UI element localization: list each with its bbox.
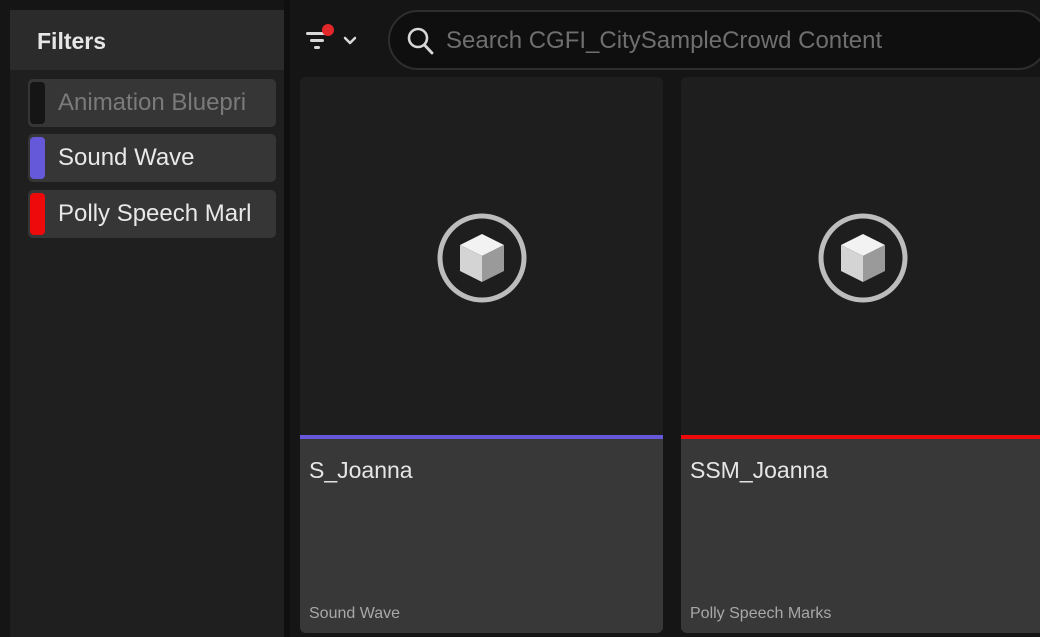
search-icon xyxy=(407,27,434,55)
asset-name: SSM_Joanna xyxy=(690,457,829,483)
asset-thumbnail[interactable] xyxy=(300,77,663,435)
chevron-down-icon xyxy=(343,36,357,45)
asset-grid: S_Joanna Sound Wave SSM_Joanna Polly Spe… xyxy=(290,74,1040,637)
filter-chip-sound-wave[interactable]: Sound Wave xyxy=(28,134,276,182)
filter-chip-label: Sound Wave xyxy=(58,144,195,171)
filter-icon xyxy=(306,24,357,49)
search-input[interactable] xyxy=(444,18,1028,64)
asset-info[interactable]: SSM_Joanna Polly Speech Marks xyxy=(681,439,1040,633)
filter-chip-label: Polly Speech Marl xyxy=(58,200,252,227)
search-box[interactable] xyxy=(388,10,1040,70)
filters-header: Filters xyxy=(10,10,284,70)
asset-tile-ssm-joanna[interactable]: SSM_Joanna Polly Speech Marks xyxy=(681,77,1040,633)
filter-color-bar[interactable] xyxy=(30,82,45,124)
toolbar xyxy=(290,8,1040,74)
asset-info[interactable]: S_Joanna Sound Wave xyxy=(300,439,663,633)
content-browser: Filters Animation Bluepri Sound Wave Pol… xyxy=(0,0,1040,637)
cube-icon xyxy=(818,213,908,303)
filter-chip-label: Animation Bluepri xyxy=(58,89,247,116)
asset-tile-s-joanna[interactable]: S_Joanna Sound Wave xyxy=(300,77,663,633)
filter-color-bar[interactable] xyxy=(30,137,45,179)
filter-chip-animation-blueprint[interactable]: Animation Bluepri xyxy=(28,79,276,127)
asset-type-label: Sound Wave xyxy=(309,605,401,622)
filter-dropdown-button[interactable] xyxy=(304,22,368,58)
cube-icon xyxy=(437,213,527,303)
filter-color-bar[interactable] xyxy=(30,193,45,235)
asset-name: S_Joanna xyxy=(309,457,413,483)
asset-type-label: Polly Speech Marks xyxy=(690,605,832,622)
asset-thumbnail[interactable] xyxy=(681,77,1040,435)
filter-chip-polly-speech-marks[interactable]: Polly Speech Marl xyxy=(28,190,276,238)
